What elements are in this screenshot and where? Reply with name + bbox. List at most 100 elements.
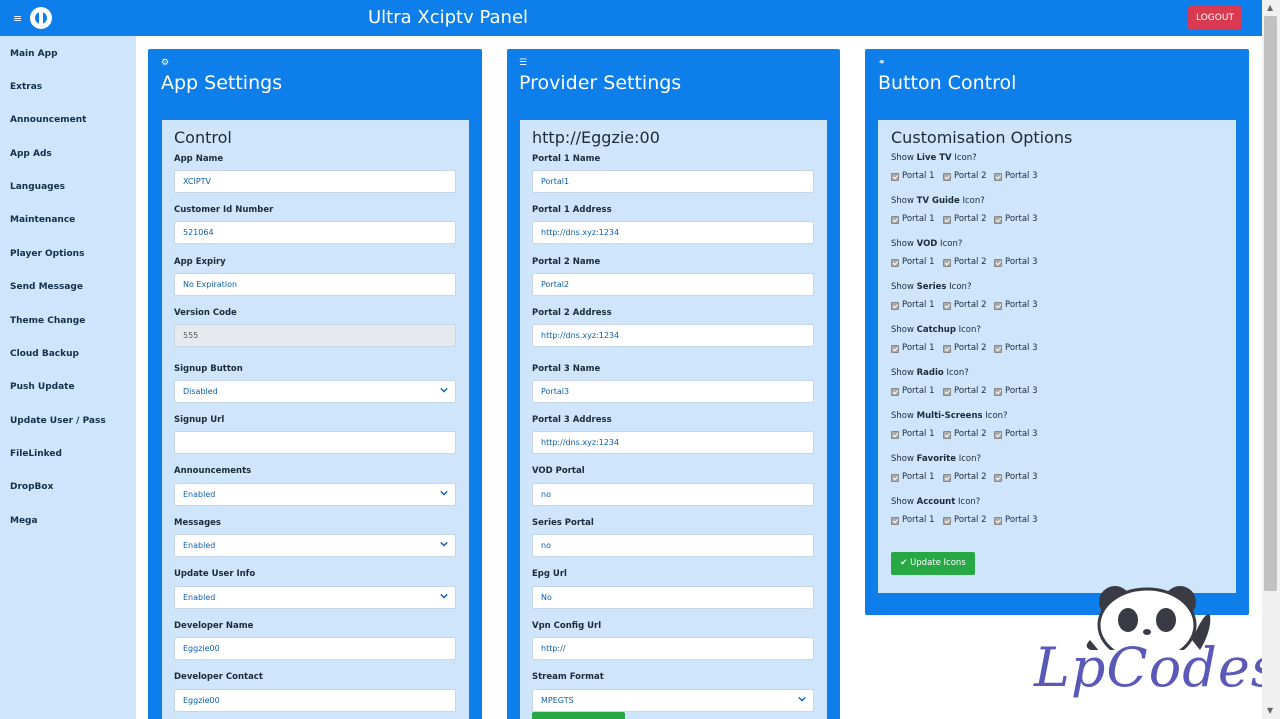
sidebar-item-announcement[interactable]: Announcement bbox=[10, 115, 86, 125]
portal-checkbox[interactable] bbox=[943, 216, 951, 224]
text-input[interactable] bbox=[174, 431, 456, 454]
chevron-down-icon bbox=[440, 490, 448, 496]
text-input[interactable]: No Expiration bbox=[174, 273, 456, 296]
sidebar-item-maintenance[interactable]: Maintenance bbox=[10, 215, 75, 225]
portal-checkbox[interactable] bbox=[994, 517, 1002, 525]
portal-checkbox[interactable] bbox=[994, 345, 1002, 353]
sidebar-item-theme-change[interactable]: Theme Change bbox=[10, 316, 85, 326]
portal-checkbox[interactable] bbox=[891, 345, 899, 353]
sidebar-item-send-message[interactable]: Send Message bbox=[10, 282, 83, 292]
portal-checkbox[interactable] bbox=[891, 259, 899, 267]
portal-checkbox[interactable] bbox=[943, 388, 951, 396]
text-input[interactable]: 521064 bbox=[174, 221, 456, 244]
option-name: Series bbox=[916, 282, 947, 292]
app-logo-icon bbox=[30, 7, 52, 29]
option-label: Show TV Guide Icon? bbox=[891, 196, 985, 206]
scrollbar-thumb[interactable] bbox=[1264, 16, 1277, 591]
app-title: Ultra Xciptv Panel bbox=[368, 7, 529, 28]
checkbox-label: Portal 1 bbox=[902, 257, 935, 267]
portal-checkbox[interactable] bbox=[943, 173, 951, 181]
sidebar: Main App Extras Announcement App Ads Languag… bbox=[0, 36, 136, 719]
portal-checkbox[interactable] bbox=[891, 173, 899, 181]
option-prefix: Show bbox=[891, 497, 917, 507]
text-input[interactable]: no bbox=[532, 483, 814, 506]
option-prefix: Show bbox=[891, 196, 917, 206]
select-field[interactable]: Enabled bbox=[174, 534, 456, 557]
option-prefix: Show bbox=[891, 411, 917, 421]
text-input[interactable]: Portal1 bbox=[532, 170, 814, 193]
checkbox-label: Portal 3 bbox=[1005, 171, 1038, 181]
sidebar-item-main-app[interactable]: Main App bbox=[10, 49, 58, 59]
sidebar-item-app-ads[interactable]: App Ads bbox=[10, 149, 52, 159]
portal-checkbox[interactable] bbox=[943, 517, 951, 525]
sidebar-item-dropbox[interactable]: DropBox bbox=[10, 482, 53, 492]
option-label: Show Radio Icon? bbox=[891, 368, 969, 378]
provider-save-button[interactable] bbox=[532, 712, 625, 719]
option-suffix: Icon? bbox=[956, 454, 981, 464]
portal-checkbox[interactable] bbox=[994, 388, 1002, 396]
text-input[interactable]: XCIPTV bbox=[174, 170, 456, 193]
text-input[interactable]: http://dns.xyz:1234 bbox=[532, 431, 814, 454]
portal-checkbox[interactable] bbox=[891, 216, 899, 224]
option-suffix: Icon? bbox=[982, 411, 1008, 421]
sidebar-item-player-options[interactable]: Player Options bbox=[10, 249, 84, 259]
checkbox-label: Portal 3 bbox=[1005, 257, 1038, 267]
portal-checkbox[interactable] bbox=[891, 474, 899, 482]
text-input[interactable]: Eggzie00 bbox=[174, 689, 456, 712]
text-input[interactable]: Eggzie00 bbox=[174, 637, 456, 660]
update-icons-button[interactable]: ✔ Update Icons bbox=[891, 552, 975, 575]
field-label: Portal 1 Address bbox=[532, 205, 612, 215]
field-value: http://dns.xyz:1234 bbox=[541, 438, 620, 447]
portal-checkbox[interactable] bbox=[943, 431, 951, 439]
portal-checkbox[interactable] bbox=[943, 259, 951, 267]
field-label: Version Code bbox=[174, 308, 237, 318]
checkbox-label: Portal 2 bbox=[954, 515, 987, 525]
portal-checkbox[interactable] bbox=[994, 216, 1002, 224]
text-input[interactable]: Portal3 bbox=[532, 380, 814, 403]
select-field[interactable]: MPEGTS bbox=[532, 689, 814, 712]
sidebar-item-cloud-backup[interactable]: Cloud Backup bbox=[10, 349, 79, 359]
portal-checkbox[interactable] bbox=[891, 431, 899, 439]
portal-checkbox[interactable] bbox=[891, 517, 899, 525]
field-value: No bbox=[541, 593, 552, 602]
sidebar-item-filelinked[interactable]: FileLinked bbox=[10, 449, 62, 459]
checkbox-label: Portal 3 bbox=[1005, 343, 1038, 353]
logout-button[interactable]: LOGOUT bbox=[1188, 6, 1242, 30]
portal-checkbox[interactable] bbox=[943, 345, 951, 353]
portal-checkbox[interactable] bbox=[994, 173, 1002, 181]
field-label: Portal 1 Name bbox=[532, 154, 601, 164]
text-input[interactable]: http://dns.xyz:1234 bbox=[532, 221, 814, 244]
portal-checkbox[interactable] bbox=[994, 259, 1002, 267]
scroll-down-arrow-icon[interactable]: ▼ bbox=[1267, 706, 1273, 715]
option-name: TV Guide bbox=[916, 196, 960, 206]
checkbox-label: Portal 1 bbox=[902, 343, 935, 353]
menu-toggle-icon[interactable]: ≡ bbox=[13, 12, 22, 25]
field-label: Portal 3 Address bbox=[532, 415, 612, 425]
portal-checkbox[interactable] bbox=[891, 388, 899, 396]
text-input[interactable]: http://dns.xyz:1234 bbox=[532, 324, 814, 347]
select-field[interactable]: Disabled bbox=[174, 380, 456, 403]
checkbox-label: Portal 1 bbox=[902, 472, 935, 482]
sidebar-item-mega[interactable]: Mega bbox=[10, 516, 38, 526]
portal-checkbox[interactable] bbox=[994, 431, 1002, 439]
select-field[interactable]: Enabled bbox=[174, 483, 456, 506]
sidebar-item-languages[interactable]: Languages bbox=[10, 182, 65, 192]
text-input[interactable]: no bbox=[532, 534, 814, 557]
check-icon: ✔ bbox=[900, 558, 908, 568]
field-label: Stream Format bbox=[532, 672, 604, 682]
text-input[interactable]: No bbox=[532, 586, 814, 609]
text-input[interactable]: Portal2 bbox=[532, 273, 814, 296]
scroll-up-arrow-icon[interactable]: ▲ bbox=[1267, 3, 1273, 12]
portal-checkbox[interactable] bbox=[943, 474, 951, 482]
sidebar-item-push-update[interactable]: Push Update bbox=[10, 382, 75, 392]
select-field[interactable]: Enabled bbox=[174, 586, 456, 609]
portal-checkbox[interactable] bbox=[994, 302, 1002, 310]
field-value: 555 bbox=[183, 331, 199, 340]
portal-checkbox[interactable] bbox=[943, 302, 951, 310]
option-name: VOD bbox=[916, 239, 938, 249]
sidebar-item-update-user-pass[interactable]: Update User / Pass bbox=[10, 416, 106, 426]
text-input[interactable]: http:// bbox=[532, 637, 814, 660]
sidebar-item-extras[interactable]: Extras bbox=[10, 82, 42, 92]
portal-checkbox[interactable] bbox=[994, 474, 1002, 482]
portal-checkbox[interactable] bbox=[891, 302, 899, 310]
